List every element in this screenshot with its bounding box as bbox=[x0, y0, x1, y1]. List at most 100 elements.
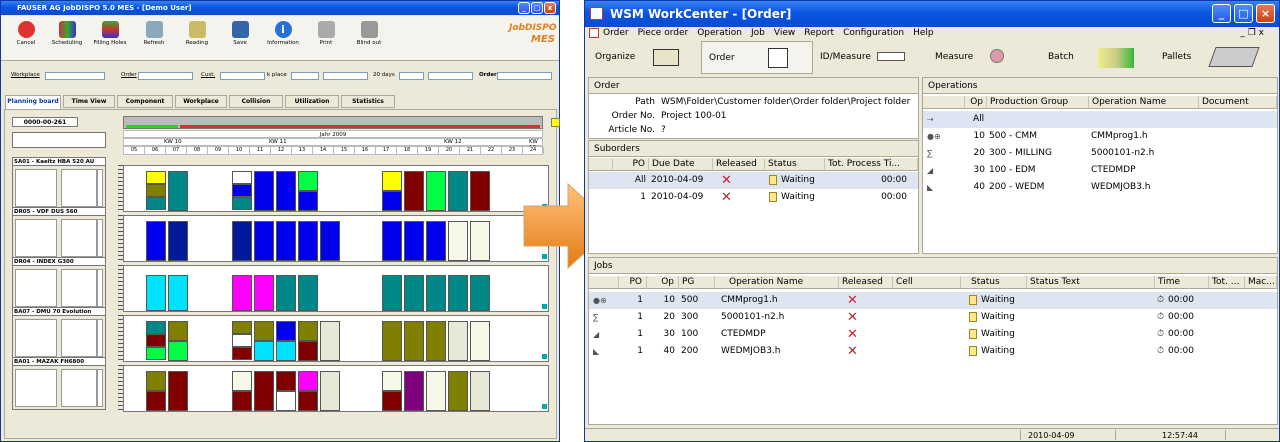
menu-view[interactable]: View bbox=[774, 27, 795, 40]
menu-configuration[interactable]: Configuration bbox=[843, 27, 904, 40]
gantt-block[interactable] bbox=[276, 321, 296, 341]
gantt-block[interactable] bbox=[448, 321, 468, 361]
gantt-block[interactable] bbox=[168, 321, 188, 341]
gantt-block[interactable] bbox=[276, 341, 296, 361]
gantt-block[interactable] bbox=[146, 184, 166, 197]
gantt-block[interactable] bbox=[168, 341, 188, 361]
gantt-block[interactable] bbox=[298, 171, 318, 191]
gantt-block[interactable] bbox=[232, 391, 252, 411]
gantt-block[interactable] bbox=[426, 275, 446, 311]
gantt-block[interactable] bbox=[320, 321, 340, 361]
col-header-operation-name[interactable]: Operation Name bbox=[715, 276, 839, 289]
gantt-block[interactable] bbox=[232, 275, 252, 311]
col-header-operation-name[interactable]: Operation Name bbox=[1089, 96, 1199, 109]
machine-scroll[interactable] bbox=[97, 369, 103, 407]
gantt-block[interactable] bbox=[146, 347, 166, 360]
col-header-total-process-time[interactable]: Tot. Process Ti... bbox=[825, 158, 918, 171]
col-header-production-group[interactable]: Production Group bbox=[987, 96, 1089, 109]
gantt-block[interactable] bbox=[298, 371, 318, 391]
gantt-block[interactable] bbox=[232, 371, 252, 391]
scheduling-button[interactable]: Scheduling bbox=[49, 21, 85, 46]
gantt-block[interactable] bbox=[426, 321, 446, 361]
gantt-block[interactable] bbox=[404, 171, 424, 211]
gantt-block[interactable] bbox=[382, 275, 402, 311]
machine-box[interactable] bbox=[12, 365, 106, 410]
gantt-block[interactable] bbox=[254, 221, 274, 261]
gantt-block[interactable] bbox=[232, 334, 252, 347]
machine-scroll[interactable] bbox=[97, 319, 103, 357]
gantt-block[interactable] bbox=[254, 341, 274, 361]
col-header-op[interactable]: Op bbox=[965, 96, 987, 109]
gantt-block[interactable] bbox=[168, 171, 188, 211]
minimize-button[interactable]: _ bbox=[518, 2, 530, 14]
job-row[interactable]: ∑ 1 20 300 5000101-n2.h ✕ Waiting ⏱ 00:00 bbox=[589, 309, 1277, 326]
suborder-row[interactable]: All 2010-04-09 ✕ Waiting 00:00 bbox=[589, 172, 918, 189]
tab-workplace[interactable]: Workplace bbox=[175, 95, 227, 108]
col-header-released[interactable]: Released bbox=[713, 158, 765, 171]
gantt-block[interactable] bbox=[470, 321, 490, 361]
col-header-document[interactable]: Document bbox=[1199, 96, 1277, 109]
gantt-block[interactable] bbox=[320, 371, 340, 411]
filling-holes-button[interactable]: Filling Holes bbox=[92, 21, 128, 46]
gantt-block[interactable] bbox=[232, 171, 252, 184]
tab-planning-board[interactable]: Planning board bbox=[5, 95, 61, 109]
gantt-block[interactable] bbox=[146, 391, 166, 411]
gantt-block[interactable] bbox=[146, 171, 166, 184]
blind-out-button[interactable]: Blind out bbox=[351, 21, 387, 46]
gantt-block[interactable] bbox=[254, 171, 274, 211]
col-header-status[interactable]: Status bbox=[961, 276, 1027, 289]
gantt-block[interactable] bbox=[146, 197, 166, 210]
gantt-block[interactable] bbox=[254, 275, 274, 311]
gantt-block[interactable] bbox=[404, 371, 424, 411]
gantt-block[interactable] bbox=[426, 221, 446, 261]
print-button[interactable]: Print bbox=[308, 21, 344, 46]
gantt-block[interactable] bbox=[470, 171, 490, 211]
order-select[interactable] bbox=[497, 72, 552, 80]
gantt-block[interactable] bbox=[168, 221, 188, 261]
col-header-op[interactable]: Op bbox=[647, 276, 679, 289]
gantt-block[interactable] bbox=[448, 275, 468, 311]
gantt-block[interactable] bbox=[232, 197, 252, 210]
gantt-block[interactable] bbox=[298, 191, 318, 211]
close-button[interactable]: x bbox=[544, 2, 556, 14]
gantt-block[interactable] bbox=[382, 391, 402, 411]
machine-box[interactable] bbox=[12, 165, 106, 210]
gantt-block[interactable] bbox=[382, 171, 402, 191]
gantt-block[interactable] bbox=[232, 347, 252, 360]
save-button[interactable]: Save bbox=[222, 21, 258, 46]
order-input[interactable] bbox=[138, 72, 193, 80]
gantt-block[interactable] bbox=[426, 371, 446, 411]
gantt-block[interactable] bbox=[448, 221, 468, 261]
col-header-machine[interactable]: Mac... bbox=[1245, 276, 1277, 289]
gantt-block[interactable] bbox=[276, 391, 296, 411]
col-header-due-date[interactable]: Due Date bbox=[649, 158, 713, 171]
suborder-row[interactable]: 1 2010-04-09 ✕ Waiting 00:00 bbox=[589, 189, 918, 206]
gantt-block[interactable] bbox=[298, 321, 318, 341]
col-header-po[interactable]: PO bbox=[619, 276, 647, 289]
cancel-button[interactable]: Cancel bbox=[8, 21, 44, 46]
menu-report[interactable]: Report bbox=[804, 27, 834, 40]
col-header-time[interactable]: Time bbox=[1155, 276, 1209, 289]
gantt-block[interactable] bbox=[146, 221, 166, 261]
operation-row[interactable]: ∑ 20 300 - MILLING 5000101-n2.h bbox=[923, 145, 1277, 162]
cust-input[interactable] bbox=[220, 72, 265, 80]
gantt-block[interactable] bbox=[168, 371, 188, 411]
gantt-block[interactable] bbox=[448, 371, 468, 411]
gantt-block[interactable] bbox=[404, 275, 424, 311]
gantt-block[interactable] bbox=[232, 221, 252, 261]
kplace-input-2[interactable] bbox=[323, 72, 368, 80]
tab-statistics[interactable]: Statistics bbox=[341, 95, 395, 108]
days-input[interactable] bbox=[399, 72, 424, 80]
gantt-block[interactable] bbox=[426, 171, 446, 211]
menu-job[interactable]: Job bbox=[751, 27, 765, 40]
col-header-cell[interactable]: Cell bbox=[893, 276, 961, 289]
gantt-block[interactable] bbox=[470, 371, 490, 411]
col-header-total[interactable]: Tot. ... bbox=[1209, 276, 1245, 289]
machine-scroll[interactable] bbox=[97, 169, 103, 207]
gantt-block[interactable] bbox=[404, 221, 424, 261]
mdi-controls[interactable]: _ ❐ x bbox=[1240, 27, 1264, 40]
machine-box[interactable] bbox=[12, 265, 106, 310]
operation-row[interactable]: ◣ 40 200 - WEDM WEDMJOB3.h bbox=[923, 179, 1277, 196]
minimize-button[interactable]: _ bbox=[1212, 4, 1231, 23]
col-header-status-text[interactable]: Status Text bbox=[1027, 276, 1155, 289]
